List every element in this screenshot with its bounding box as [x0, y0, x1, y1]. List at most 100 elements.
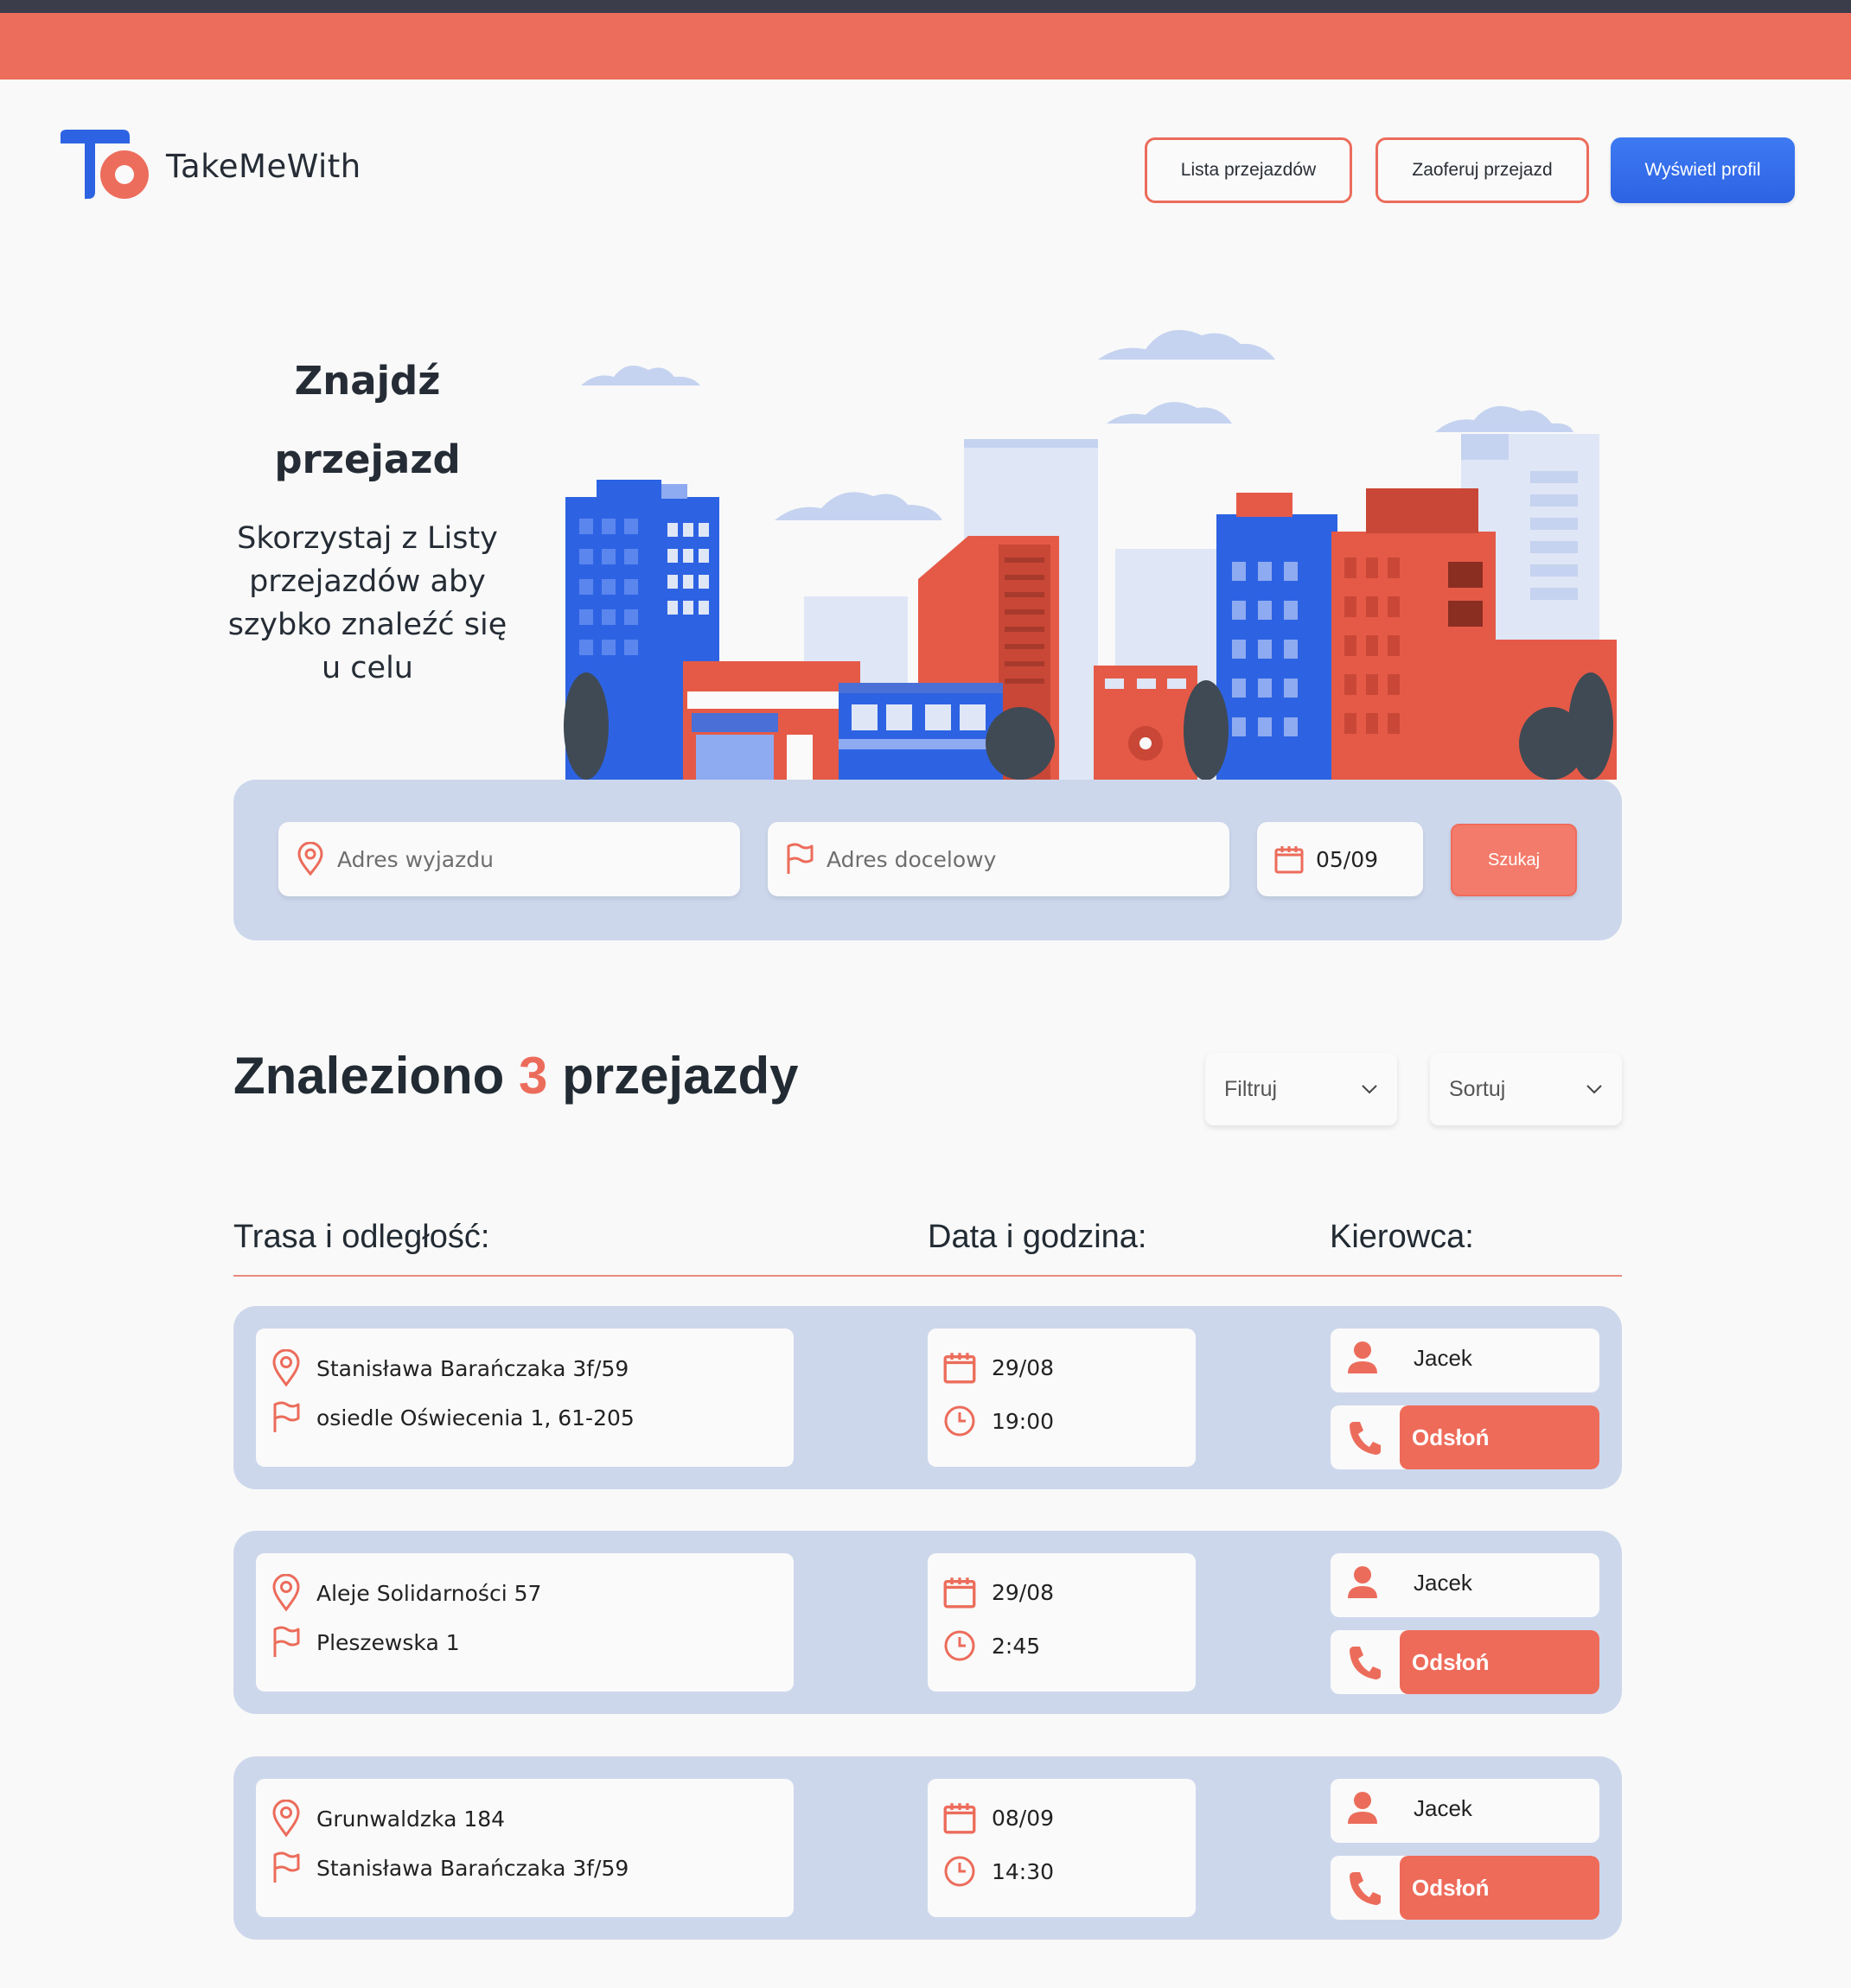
time-row: 19:00 [943, 1405, 1054, 1437]
departure-field[interactable] [278, 822, 740, 896]
datetime-box: 29/08 19:00 [928, 1329, 1196, 1467]
results-prefix: Znaleziono [233, 1047, 505, 1105]
column-header-datetime: Data i godzina: [928, 1219, 1147, 1255]
route-box: Stanisława Barańczaka 3f/59 osiedle Oświ… [256, 1329, 794, 1467]
ride-card[interactable]: Grunwaldzka 184 Stanisława Barańczaka 3f… [233, 1756, 1622, 1940]
destination-input[interactable] [827, 846, 1229, 872]
ride-time: 14:30 [992, 1858, 1055, 1884]
date-row: 08/09 [943, 1801, 1054, 1834]
brand-logo-icon [61, 130, 149, 199]
brand-name: TakeMeWith [166, 147, 361, 185]
calendar-icon [1274, 846, 1304, 874]
ride-card[interactable]: Stanisława Barańczaka 3f/59 osiedle Oświ… [233, 1306, 1622, 1489]
reveal-phone-button[interactable]: Odsłoń [1400, 1405, 1599, 1469]
location-pin-icon [272, 1800, 300, 1838]
route-from: Grunwaldzka 184 [316, 1806, 506, 1832]
reveal-phone-button[interactable]: Odsłoń [1400, 1856, 1599, 1920]
hero-title: Znajdź przejazd [216, 341, 519, 499]
flag-icon [273, 1626, 300, 1657]
destination-field[interactable] [768, 822, 1229, 896]
clock-icon [944, 1405, 975, 1437]
driver-row: Jacek [1346, 1791, 1472, 1826]
route-box: Aleje Solidarności 57 Pleszewska 1 [256, 1553, 794, 1692]
ride-time: 19:00 [992, 1408, 1055, 1434]
route-from-row: Aleje Solidarności 57 [271, 1574, 541, 1612]
chevron-down-icon [1362, 1085, 1377, 1094]
driver-name: Jacek [1414, 1569, 1472, 1596]
ride-date: 08/09 [992, 1805, 1055, 1831]
filter-dropdown[interactable]: Filtruj [1205, 1053, 1397, 1125]
window-top-border [0, 0, 1851, 13]
flag-icon [273, 1851, 300, 1883]
brand-logo[interactable]: TakeMeWith [61, 130, 361, 202]
driver-name: Jacek [1414, 1794, 1472, 1821]
ride-time: 2:45 [992, 1633, 1041, 1659]
route-from-row: Grunwaldzka 184 [271, 1800, 505, 1838]
time-row: 2:45 [943, 1629, 1040, 1662]
city-illustration [564, 329, 1617, 780]
driver-name: Jacek [1414, 1344, 1472, 1371]
hero-subtitle-line: u celu [322, 651, 413, 685]
calendar-icon [943, 1803, 976, 1834]
datetime-box: 29/08 2:45 [928, 1553, 1196, 1692]
hero-title-line: przejazd [274, 436, 461, 482]
top-banner [0, 13, 1851, 80]
route-to-row: Stanisława Barańczaka 3f/59 [271, 1851, 629, 1884]
chevron-down-icon [1586, 1085, 1602, 1094]
route-from: Aleje Solidarności 57 [316, 1580, 542, 1606]
time-row: 14:30 [943, 1855, 1054, 1888]
location-pin-icon [297, 842, 323, 876]
driver-box: Jacek [1331, 1329, 1599, 1392]
reveal-phone-control[interactable]: Odsłoń [1331, 1856, 1599, 1920]
ride-card[interactable]: Aleje Solidarności 57 Pleszewska 1 29/08… [233, 1531, 1622, 1714]
hero-title-line: Znajdź [294, 358, 441, 404]
phone-icon [1350, 1872, 1381, 1905]
header-divider [233, 1275, 1622, 1277]
calendar-icon [943, 1353, 976, 1384]
user-icon [1348, 1341, 1377, 1373]
user-icon [1348, 1792, 1377, 1824]
route-box: Grunwaldzka 184 Stanisława Barańczaka 3f… [256, 1779, 794, 1917]
driver-box: Jacek [1331, 1553, 1599, 1617]
route-to-row: osiedle Oświecenia 1, 61-205 [271, 1401, 635, 1434]
reveal-phone-control[interactable]: Odsłoń [1331, 1405, 1599, 1469]
phone-icon [1350, 1647, 1381, 1679]
date-row: 29/08 [943, 1576, 1054, 1609]
column-header-driver: Kierowca: [1330, 1219, 1474, 1255]
driver-row: Jacek [1346, 1341, 1472, 1375]
datetime-box: 08/09 14:30 [928, 1779, 1196, 1917]
filter-label: Filtruj [1224, 1076, 1278, 1101]
ride-list-button[interactable]: Lista przejazdów [1145, 137, 1352, 203]
route-to: Stanisława Barańczaka 3f/59 [316, 1855, 629, 1881]
clock-icon [944, 1856, 975, 1887]
driver-row: Jacek [1346, 1565, 1472, 1600]
flag-icon [787, 843, 814, 874]
hero-subtitle: Skorzystaj z Listy przejazdów aby szybko… [216, 517, 519, 690]
route-to: osiedle Oświecenia 1, 61-205 [316, 1405, 635, 1430]
date-field[interactable]: 05/09 [1257, 822, 1423, 896]
column-header-route: Trasa i odległość: [233, 1219, 490, 1255]
departure-input[interactable] [337, 846, 740, 872]
ride-date: 29/08 [992, 1354, 1055, 1380]
reveal-phone-control[interactable]: Odsłoń [1331, 1630, 1599, 1694]
route-from-row: Stanisława Barańczaka 3f/59 [271, 1349, 629, 1387]
location-pin-icon [272, 1574, 300, 1612]
sort-label: Sortuj [1449, 1076, 1506, 1101]
reveal-phone-button[interactable]: Odsłoń [1400, 1630, 1599, 1694]
hero-subtitle-line: szybko znaleźć się [227, 608, 507, 642]
driver-box: Jacek [1331, 1779, 1599, 1843]
ride-date: 29/08 [992, 1579, 1055, 1605]
results-title: Znaleziono 3 przejazdy [233, 1046, 799, 1106]
phone-icon [1350, 1422, 1381, 1455]
sort-dropdown[interactable]: Sortuj [1430, 1053, 1622, 1125]
route-to: Pleszewska 1 [316, 1629, 460, 1655]
flag-icon [273, 1401, 300, 1432]
route-to-row: Pleszewska 1 [271, 1626, 460, 1659]
search-button[interactable]: Szukaj [1451, 824, 1577, 896]
offer-ride-button[interactable]: Zaoferuj przejazd [1375, 137, 1589, 203]
hero-subtitle-line: Skorzystaj z Listy [237, 521, 498, 556]
view-profile-button[interactable]: Wyświetl profil [1611, 137, 1795, 203]
user-icon [1348, 1566, 1377, 1598]
date-row: 29/08 [943, 1351, 1054, 1384]
hero-subtitle-line: przejazdów aby [249, 564, 486, 599]
